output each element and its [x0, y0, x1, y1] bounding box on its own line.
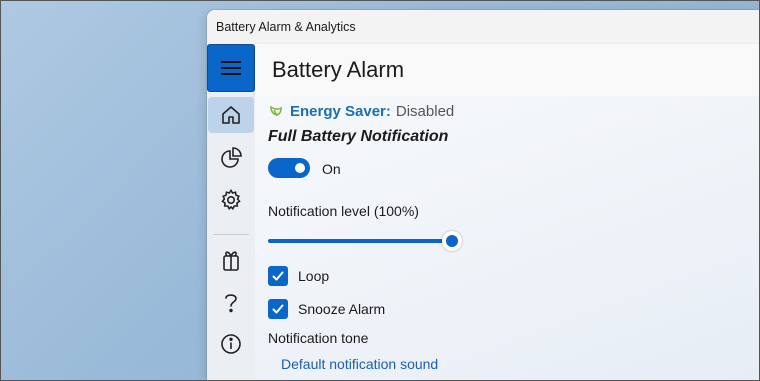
- page-title: Battery Alarm: [272, 57, 405, 82]
- leaf-icon: [270, 105, 282, 116]
- toggle-state-label: On: [322, 161, 341, 177]
- energy-saver-status: Energy Saver: Disabled: [268, 103, 454, 120]
- loop-checkbox[interactable]: [268, 266, 288, 286]
- page-header: Battery Alarm: [255, 44, 760, 97]
- nav-item-settings[interactable]: [208, 182, 254, 218]
- snooze-label: Snooze Alarm: [298, 301, 386, 317]
- notification-level-slider-track[interactable]: [268, 239, 453, 243]
- pie-chart-icon: [221, 147, 242, 168]
- main-content: Energy Saver: Disabled Full Battery Noti…: [255, 96, 760, 381]
- section-title: Full Battery Notification: [268, 128, 449, 145]
- energy-saver-label: Energy Saver:: [290, 103, 391, 120]
- hamburger-menu-button[interactable]: [207, 44, 255, 92]
- full-battery-toggle[interactable]: [268, 158, 310, 178]
- slider-thumb-dot: [446, 235, 458, 247]
- nav-item-gift[interactable]: [208, 242, 254, 278]
- app-window: Battery Alarm & Analytics Battery Alarm …: [207, 10, 760, 381]
- notification-tone-label: Notification tone: [268, 330, 369, 346]
- loop-label: Loop: [298, 268, 330, 284]
- nav-item-analytics[interactable]: [208, 140, 254, 176]
- gift-icon: [223, 251, 239, 271]
- info-icon: [221, 334, 241, 354]
- energy-saver-value: Disabled: [395, 103, 455, 120]
- nav-separator: [213, 234, 249, 235]
- title-bar: Battery Alarm & Analytics: [207, 10, 760, 44]
- gear-icon: [221, 189, 241, 210]
- toggle-knob: [295, 163, 305, 173]
- notification-tone-link[interactable]: Default notification sound: [281, 356, 438, 372]
- hamburger-menu-icon: [221, 61, 241, 75]
- loop-option[interactable]: Loop: [268, 266, 329, 286]
- checkmark-icon: [272, 304, 284, 314]
- nav-item-home[interactable]: [208, 97, 254, 133]
- notification-level-slider-thumb[interactable]: [442, 231, 462, 251]
- snooze-option[interactable]: Snooze Alarm: [268, 299, 385, 319]
- snooze-checkbox[interactable]: [268, 299, 288, 319]
- window-title: Battery Alarm & Analytics: [216, 20, 356, 34]
- nav-item-help[interactable]: [208, 284, 254, 320]
- notification-level-label: Notification level (100%): [268, 203, 419, 219]
- nav-item-about[interactable]: [208, 326, 254, 362]
- home-icon: [222, 106, 240, 124]
- question-mark-icon: [225, 294, 237, 313]
- checkmark-icon: [272, 271, 284, 281]
- nav-rail: [207, 44, 255, 381]
